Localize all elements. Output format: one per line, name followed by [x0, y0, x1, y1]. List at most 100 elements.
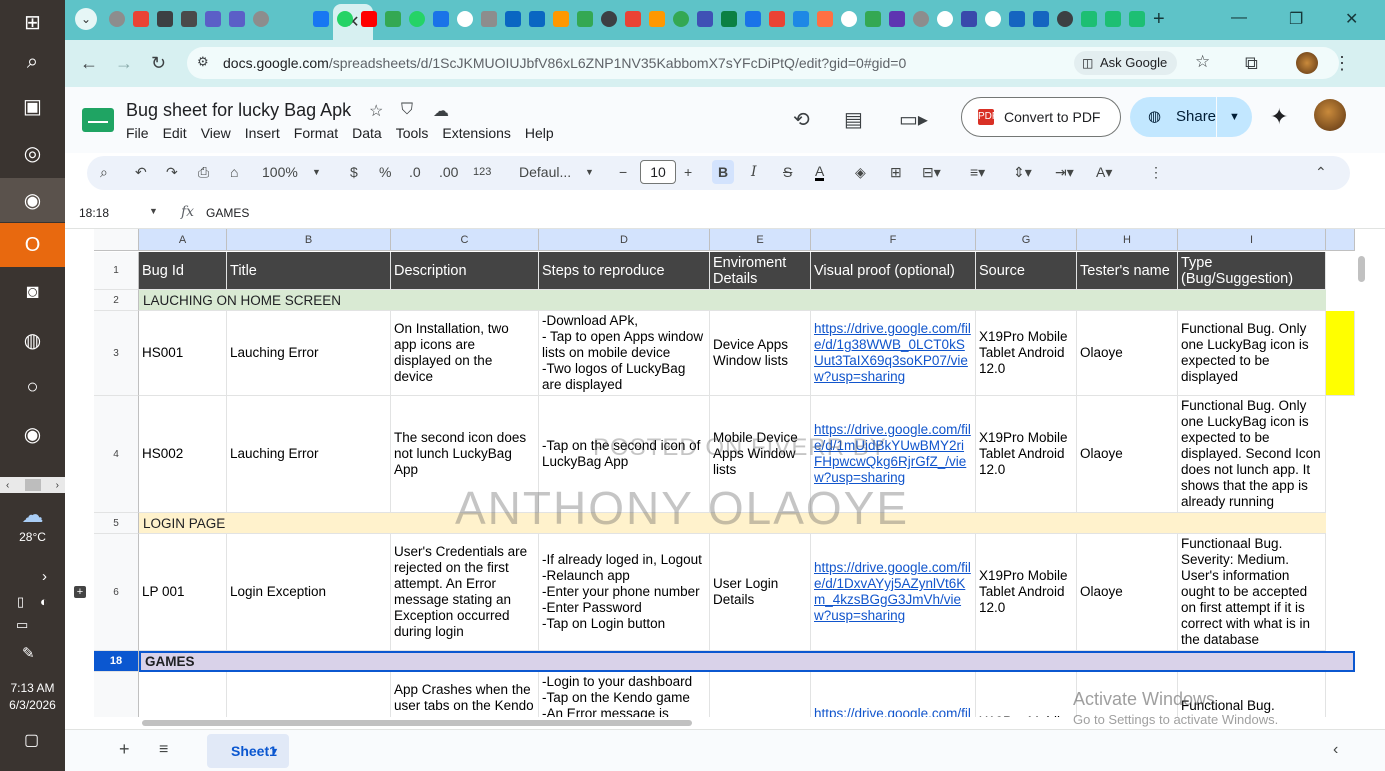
cell-source[interactable]: X19Pro Mobile — [976, 672, 1077, 717]
sheet-tab-sheet1[interactable]: Sheet1 ▼ — [207, 734, 289, 768]
close-window-icon[interactable]: ✕ — [1345, 9, 1358, 29]
cell-bug-id[interactable] — [139, 672, 227, 717]
taskbar-time[interactable]: 7:13 AM — [0, 681, 65, 695]
cell-bug-id[interactable]: HS002 — [139, 396, 227, 513]
currency-format-button[interactable]: $ — [350, 164, 358, 180]
comments-icon[interactable]: ▤ — [844, 107, 863, 132]
row-header-4[interactable]: 4 — [94, 396, 139, 513]
row-header-3[interactable]: 3 — [94, 311, 139, 396]
decrease-font-icon[interactable]: − — [619, 164, 627, 180]
text-color-button[interactable]: A — [815, 164, 825, 181]
sheet-tab-caret-icon[interactable]: ▼ — [270, 734, 279, 768]
header-cell-title[interactable]: Title — [227, 252, 391, 290]
tab-favicon[interactable] — [961, 11, 977, 27]
cell-steps[interactable]: -Login to your dashboard -Tap on the Ken… — [539, 672, 710, 717]
cell-title[interactable]: Lauching Error — [227, 311, 391, 396]
cell-steps[interactable]: -If already loged in, Logout -Relaunch a… — [539, 534, 710, 651]
cell-visual-proof-link[interactable]: https://drive.google.com/file/d/1DxvAYyj… — [811, 534, 976, 651]
tab-favicon[interactable] — [769, 11, 785, 27]
cell-title[interactable]: Login Exception — [227, 534, 391, 651]
tab-favicon[interactable] — [889, 11, 905, 27]
circle-app-icon[interactable]: ○ — [0, 365, 65, 409]
header-cell-type[interactable]: Type (Bug/Suggestion) — [1178, 252, 1326, 290]
italic-button[interactable]: I — [751, 164, 757, 180]
vertical-align-icon[interactable]: ⇕▾ — [1013, 164, 1032, 181]
tab-favicon[interactable] — [1009, 11, 1025, 27]
text-wrapping-icon[interactable]: ⇥▾ — [1055, 164, 1074, 181]
tab-favicon[interactable] — [913, 11, 929, 27]
column-header-b[interactable]: B — [227, 229, 391, 251]
back-icon[interactable]: ← — [80, 53, 98, 74]
tab-favicon[interactable] — [841, 11, 857, 27]
horizontal-align-icon[interactable]: ≡▾ — [970, 164, 985, 181]
vertical-scroll-thumb[interactable] — [1358, 256, 1365, 282]
camera-app-icon[interactable]: ◙ — [0, 270, 65, 314]
header-cell-source[interactable]: Source — [976, 252, 1077, 290]
tab-favicon[interactable] — [649, 11, 665, 27]
chrome-icon[interactable]: ◉ — [0, 178, 65, 222]
star-icon[interactable]: ☆ — [369, 101, 383, 121]
menu-extensions[interactable]: Extensions — [442, 125, 510, 141]
cell-description[interactable]: On Installation, two app icons are displ… — [391, 311, 539, 396]
section-launching-home-screen[interactable]: LAUCHING ON HOME SCREEN — [139, 290, 1326, 311]
row-header-5[interactable]: 5 — [94, 513, 139, 534]
add-sheet-icon[interactable]: + — [119, 739, 130, 760]
opera-icon[interactable]: O — [0, 223, 65, 267]
menu-data[interactable]: Data — [352, 125, 382, 141]
forward-icon[interactable]: → — [115, 53, 133, 74]
ask-google-button[interactable]: ◫ Ask Google — [1074, 51, 1178, 75]
collapse-sidepanel-icon[interactable]: ‹ — [1333, 741, 1338, 759]
tab-favicon[interactable] — [937, 11, 953, 27]
increase-font-icon[interactable]: + — [684, 164, 692, 180]
menu-file[interactable]: File — [126, 125, 149, 141]
column-header-g[interactable]: G — [976, 229, 1077, 251]
all-sheets-icon[interactable]: ≡ — [159, 741, 168, 759]
cell-visual-proof-link[interactable]: https://drive.google.com/file/d/1g38WWB_… — [811, 311, 976, 396]
number-format-button[interactable]: 123 — [473, 166, 491, 178]
row-header-19[interactable] — [94, 672, 139, 717]
column-header-j[interactable] — [1326, 229, 1355, 251]
cell-description[interactable]: The second icon does not lunch LuckyBag … — [391, 396, 539, 513]
font-caret-icon[interactable]: ▼ — [585, 167, 594, 177]
tab-favicon[interactable] — [673, 11, 689, 27]
share-button[interactable]: ◍ Share ▼ — [1130, 97, 1252, 137]
cloud-status-icon[interactable]: ☁ — [433, 101, 449, 121]
expand-group-icon[interactable]: + — [74, 586, 86, 598]
cell-visual-proof-link[interactable]: https://drive.google.com/file/d/1mUidBkY… — [811, 396, 976, 513]
tab-favicon[interactable] — [181, 11, 197, 27]
tab-favicon[interactable] — [625, 11, 641, 27]
collapse-toolbar-icon[interactable]: ⌃ — [1315, 164, 1327, 181]
undo-icon[interactable]: ↶ — [135, 164, 147, 181]
chevron-right-icon[interactable]: › — [42, 568, 47, 585]
battery-icon[interactable]: ▭ — [16, 617, 28, 633]
menu-edit[interactable]: Edit — [163, 125, 187, 141]
cell-source[interactable]: X19Pro Mobile Tablet Android 12.0 — [976, 534, 1077, 651]
select-all-corner[interactable] — [94, 229, 139, 251]
extensions-icon[interactable]: ⧉ — [1245, 53, 1258, 74]
header-cell-description[interactable]: Description — [391, 252, 539, 290]
vertical-scrollbar[interactable] — [1355, 229, 1368, 717]
tab-favicon[interactable] — [409, 11, 425, 27]
profile-avatar[interactable] — [1296, 52, 1318, 74]
desktop-app-icon[interactable]: ▣ — [0, 84, 65, 128]
cell-environment[interactable]: Mobile Device Apps Window lists — [710, 396, 811, 513]
taskbar-scrollbar[interactable]: ‹ › — [0, 477, 65, 493]
address-bar[interactable]: ⚙ docs.google.com/spreadsheets/d/1ScJKMU… — [187, 47, 1339, 79]
tab-favicon[interactable] — [253, 11, 269, 27]
cell-steps[interactable]: -Tap on the second icon of LuckyBag App — [539, 396, 710, 513]
minimize-icon[interactable]: — — [1231, 9, 1247, 27]
font-size-input[interactable]: 10 — [640, 160, 676, 184]
tab-favicon[interactable] — [361, 11, 377, 27]
convert-to-pdf-button[interactable]: PDF Convert to PDF — [961, 97, 1121, 137]
increase-decimal-button[interactable]: .00 — [439, 164, 458, 180]
tab-search-icon[interactable]: ⌄ — [75, 8, 97, 30]
account-avatar[interactable] — [1314, 99, 1346, 131]
text-rotation-icon[interactable]: A▾ — [1096, 164, 1112, 181]
tab-favicon[interactable] — [1081, 11, 1097, 27]
taskbar-date[interactable]: 6/3/2026 — [0, 698, 65, 712]
tab-favicon[interactable] — [337, 11, 353, 27]
cell-source[interactable]: X19Pro Mobile Tablet Android 12.0 — [976, 396, 1077, 513]
header-cell-bug-id[interactable]: Bug Id — [139, 252, 227, 290]
print-icon[interactable]: ⎙ — [198, 164, 209, 181]
font-select[interactable]: Defaul... — [519, 164, 571, 180]
